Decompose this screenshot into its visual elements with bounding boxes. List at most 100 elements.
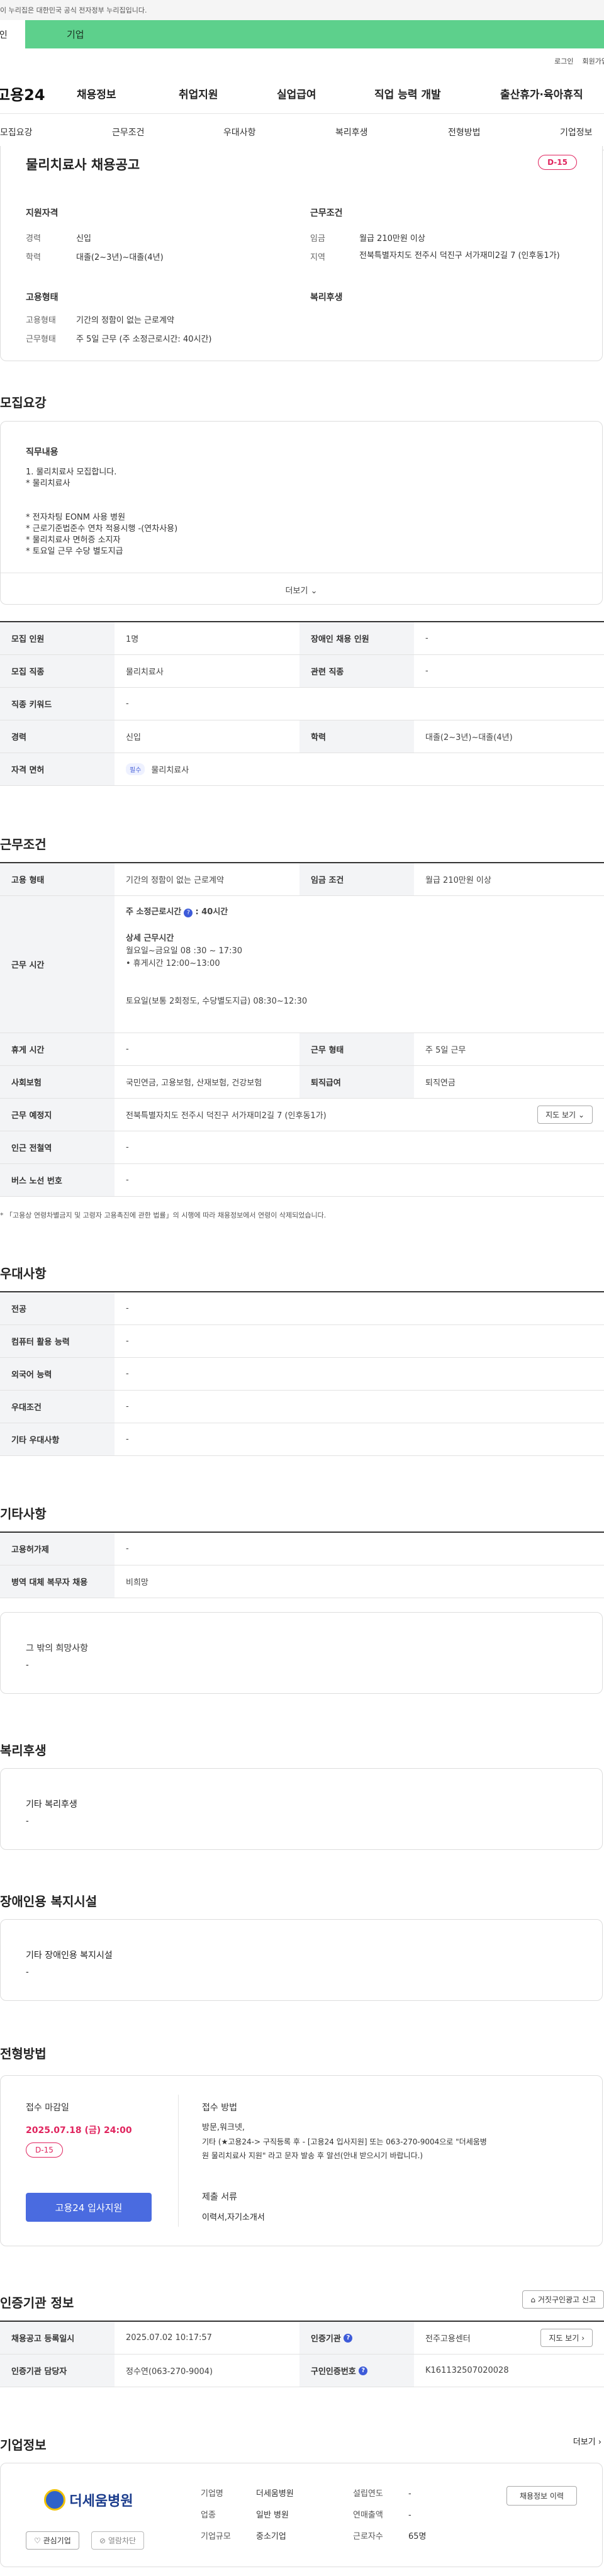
worktype-label: 근무형태 — [26, 335, 56, 344]
career-row: 경력 신입 — [26, 232, 91, 244]
table-row: 고용 형태 기간의 정함이 없는 근로계약 임금 조건 월급 210만원 이상 — [0, 863, 604, 896]
pref-value: - — [126, 1369, 129, 1379]
docs-value: 이력서,자기소개서 — [202, 2213, 265, 2222]
table-row: 고용허가제 - — [0, 1533, 604, 1565]
block-button[interactable]: ⊘ 열람차단 — [91, 2531, 145, 2550]
career-value: 신입 — [126, 733, 141, 742]
duty-card: 직무내용 1. 물리치료사 모집합니다. * 물리치료사 * 전자차팅 EONM… — [0, 421, 603, 605]
map-button[interactable]: 지도 보기 ⌄ — [537, 1106, 593, 1124]
anchor-selection[interactable]: 전형방법 — [448, 126, 481, 138]
auth-value: K161132507020028 — [425, 2366, 509, 2375]
login-link[interactable]: 로그인 — [554, 56, 573, 66]
company-section: 기업정보 더보기 › 더세움병원 ♡ 관심기업 ⊘ 열람차단 기업명 더세움병원 … — [0, 2435, 604, 2567]
wage-label: 임금 — [310, 234, 325, 244]
welfare-box-title: 기타 복리후생 — [26, 1800, 77, 1810]
hours-line: • 휴게시간 12:00~13:00 — [126, 959, 220, 968]
subway-label: 인근 전철역 — [0, 1131, 115, 1163]
pref-label: 컴퓨터 활용 능력 — [0, 1325, 115, 1357]
welfare-card: 기타 복리후생 - — [0, 1768, 603, 1850]
table-row: 기타 우대사항 - — [0, 1423, 604, 1456]
selection-card: 접수 마감일 2025.07.18 (금) 24:00 D-15 고용24 입사… — [0, 2075, 603, 2246]
history-button[interactable]: 채용정보 이력 — [506, 2486, 577, 2506]
etc-section: 기타사항 고용허가제 - 병역 대체 복무자 채용 비희망 그 밖의 희망사항 - — [0, 1504, 604, 1694]
sales-value: - — [408, 2511, 411, 2520]
info-icon[interactable]: ? — [184, 909, 193, 917]
emp-title: 고용형태 — [26, 293, 59, 303]
disabled-label: 장애인 채용 인원 — [299, 622, 414, 654]
job-title: 물리치료사 채용공고 — [26, 157, 140, 172]
anchor-recruit[interactable]: 모집요강 — [0, 126, 33, 138]
retire-value: 퇴직연금 — [425, 1078, 456, 1088]
home-icon: ⌂ — [530, 2295, 536, 2304]
table-row: 근무 예정지 전북특별자치도 전주시 덕진구 서가재미2길 7 (인후동1가) … — [0, 1099, 604, 1131]
recruit-title: 모집요강 — [0, 395, 47, 410]
insurance-value: 국민연금, 고용보험, 산재보험, 건강보험 — [126, 1078, 262, 1088]
table-row: 인근 전철역 - — [0, 1131, 604, 1164]
recruit-table: 모집 인원 1명 장애인 채용 인원 - 모집 직종 물리치료사 관련 직종 - 직종 … — [0, 621, 604, 786]
gnb-item-jobs[interactable]: 채용정보 — [77, 86, 179, 101]
edu-label: 학력 — [299, 720, 414, 753]
report-button[interactable]: ⌂ 거짓구인광고 신고 — [522, 2290, 604, 2309]
org-map-button[interactable]: 지도 보기 › — [540, 2329, 593, 2347]
etc-label: 병역 대체 복무자 채용 — [0, 1565, 115, 1598]
info-icon[interactable]: ? — [359, 2366, 368, 2375]
tab-person[interactable]: 개인 — [0, 20, 25, 48]
selection-title: 전형방법 — [0, 2046, 47, 2061]
more-button[interactable]: 더보기 ⌄ — [1, 584, 602, 596]
welfare-box-value: - — [26, 1817, 29, 1826]
deadline-dday: D-15 — [26, 2142, 63, 2158]
disabled-fac-box-value: - — [26, 1968, 29, 1977]
gnb-item-employment-support[interactable]: 취업지원 — [179, 86, 277, 101]
company-more-link[interactable]: 더보기 › — [573, 2435, 601, 2447]
table-row: 전공 - — [0, 1292, 604, 1325]
utility-menu: 로그인 회원가입 — [0, 48, 604, 74]
license-value: 물리치료사 — [151, 766, 189, 775]
site-logo[interactable]: 고용24 — [0, 82, 77, 104]
table-row: 직종 키워드 - — [0, 688, 604, 720]
anchor-work[interactable]: 근무조건 — [112, 126, 145, 138]
emp-count-label: 근로자수 — [353, 2532, 383, 2541]
table-row: 근무 시간 주 소정근로시간 ? : 40시간 상세 근무시간 월요일~금요일 … — [0, 896, 604, 1033]
table-row: 채용공고 등록일시 2025.07.02 10:17:57 인증기관 ? 전주고용… — [0, 2322, 604, 2355]
info-icon[interactable]: ? — [344, 2333, 353, 2343]
table-row: 휴게 시간 - 근무 형태 주 5일 근무 — [0, 1033, 604, 1066]
duty-lines: 1. 물리치료사 모집합니다. * 물리치료사 * 전자차팅 EONM 사용 병… — [26, 467, 177, 557]
tab-business[interactable]: 기업 — [25, 20, 604, 48]
gnb-item-leave[interactable]: 출산휴가·육아휴직 — [500, 86, 583, 101]
org-cell: 전주고용센터 지도 보기 › — [414, 2322, 604, 2354]
count-value: 1명 — [126, 635, 139, 644]
gnb-item-training[interactable]: 직업 능력 개발 — [374, 86, 500, 101]
deadline-value: 2025.07.18 (금) 24:00 — [26, 2125, 132, 2136]
license-label: 자격 면허 — [0, 753, 115, 785]
pref-label: 기타 우대사항 — [0, 1423, 115, 1455]
chevron-right-icon: › — [598, 2438, 601, 2447]
hope-card: 그 밖의 희망사항 - — [0, 1612, 603, 1694]
welfare-section-title: 복리후생 — [0, 1743, 47, 1758]
anchor-welfare[interactable]: 복리후생 — [335, 126, 368, 138]
place-value: 전북특별자치도 전주시 덕진구 서가재미2길 7 (인후동1가) — [126, 1111, 327, 1121]
method-line: 원 물리치료사 지원" 라고 문자 발송 후 알선(안내 받으시기 바랍니다.) — [202, 2151, 423, 2160]
hours-line: 월요일~금요일 08 :30 ~ 17:30 — [126, 946, 243, 956]
career-value: 신입 — [76, 234, 91, 244]
anchor-pref[interactable]: 우대사항 — [223, 126, 256, 138]
pref-value: - — [126, 1402, 129, 1411]
anchor-company[interactable]: 기업정보 — [560, 126, 593, 138]
keyword-value: - — [126, 699, 129, 708]
company-info: 기업명 더세움병원 업종 일반 병원 기업규모 중소기업 — [201, 2484, 294, 2548]
pref-table: 전공 - 컴퓨터 활용 능력 - 외국어 능력 - 우대조건 - 기타 우대사항 - — [0, 1291, 604, 1456]
favorite-button[interactable]: ♡ 관심기업 — [26, 2531, 79, 2550]
apply-button[interactable]: 고용24 입사지원 — [26, 2193, 152, 2222]
work-table: 고용 형태 기간의 정함이 없는 근로계약 임금 조건 월급 210만원 이상 근무… — [0, 862, 604, 1197]
age-note: * 「고용상 연령차별금지 및 고령자 고용촉진에 관한 법률」의 시행에 따라… — [0, 1211, 327, 1219]
join-link[interactable]: 회원가입 — [583, 56, 604, 66]
license-cell: 필수 물리치료사 — [115, 753, 604, 785]
disabled-fac-card: 기타 장애인용 복지시설 - — [0, 1919, 603, 2001]
emptype-row: 고용형태 기간의 정함이 없는 근로계약 — [26, 313, 174, 325]
table-row: 자격 면허 필수 물리치료사 — [0, 753, 604, 786]
org-map-label: 지도 보기 — [549, 2334, 579, 2343]
company-info-2: 설립연도 - 연매출액 - 근로자수 65명 — [353, 2484, 427, 2548]
gnb-item-unemployment[interactable]: 실업급여 — [277, 86, 374, 101]
table-row: 모집 인원 1명 장애인 채용 인원 - — [0, 622, 604, 655]
count-label: 모집 인원 — [0, 622, 115, 654]
apply-button-label: 고용24 입사지원 — [55, 2202, 123, 2214]
